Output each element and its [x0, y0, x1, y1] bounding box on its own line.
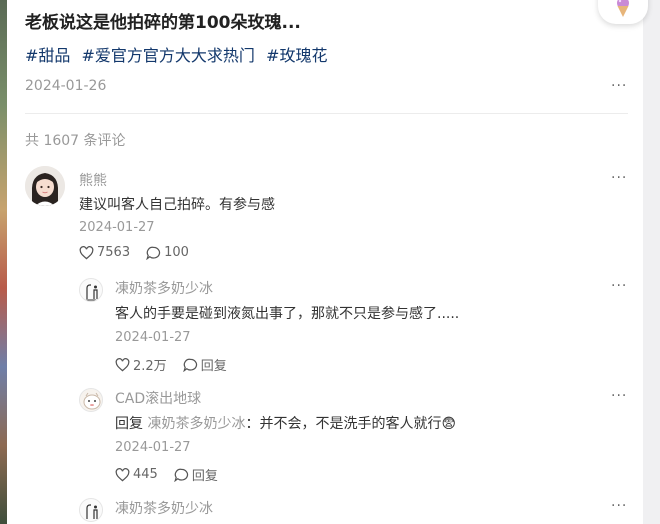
reply-prefix: 回复 — [115, 416, 143, 432]
like-button[interactable]: 445 — [115, 467, 158, 482]
comment-item: 熊熊 建议叫客人自己拍碎。有参与感 2024-01-27 7563 100 ··… — [25, 166, 630, 266]
tag-link[interactable]: #玫瑰花 — [266, 46, 327, 65]
like-count: 445 — [133, 467, 158, 482]
reply-button[interactable]: 回复 — [182, 355, 227, 374]
reply-item: CAD滚出地球 回复 凍奶茶多奶少冰：并不会，不是洗手的客人就行😨 2024-0… — [79, 388, 630, 488]
comment-actions: 7563 100 — [79, 245, 205, 260]
background-right-edge — [643, 0, 660, 524]
avatar-girl-icon — [25, 166, 65, 206]
background-left-edge — [0, 0, 7, 524]
heart-outline-icon — [115, 357, 130, 371]
more-dots-icon[interactable]: ··· — [611, 388, 627, 404]
comment-text: 建议叫客人自己拍碎。有参与感 — [79, 197, 275, 213]
reply-count-button[interactable]: 100 — [146, 245, 189, 260]
avatar[interactable] — [25, 166, 65, 206]
avatar-cartoon-icon — [80, 389, 102, 411]
reply-author[interactable]: 凍奶茶多奶少冰 — [115, 498, 213, 518]
reply-author[interactable]: 凍奶茶多奶少冰 — [115, 278, 213, 298]
more-dots-icon[interactable]: ··· — [611, 278, 627, 294]
more-dots-icon[interactable]: ··· — [611, 78, 627, 94]
avatar-sketch-icon — [80, 279, 102, 301]
reply-actions: 2.2万 回复 — [115, 355, 243, 374]
reply-date: 2024-01-27 — [115, 440, 191, 455]
floating-action-badge[interactable] — [598, 0, 648, 24]
reply-button[interactable]: 回复 — [174, 465, 218, 484]
avatar[interactable] — [79, 278, 103, 302]
speech-bubble-icon — [174, 468, 188, 482]
like-button[interactable]: 2.2万 — [115, 355, 167, 374]
reply-item: 凍奶茶多奶少冰 客人的手要是碰到液氮出事了，那就不只是参与感了..... 202… — [79, 278, 630, 378]
reply-target-user[interactable]: 凍奶茶多奶少冰 — [147, 416, 245, 432]
comment-author[interactable]: 熊熊 — [79, 170, 107, 190]
reply-count: 100 — [164, 245, 189, 260]
ice-cream-icon — [617, 0, 629, 17]
like-count: 7563 — [97, 245, 131, 260]
post-date: 2024-01-26 — [25, 78, 107, 94]
like-button[interactable]: 7563 — [79, 245, 130, 260]
reply-item: 凍奶茶多奶少冰 ··· — [79, 498, 630, 524]
reply-body: ：并不会，不是洗手的客人就行 — [245, 416, 442, 432]
avatar-sketch-icon — [80, 499, 102, 521]
reply-label: 回复 — [200, 359, 227, 374]
tag-link[interactable]: #甜品 — [25, 46, 70, 65]
reply-label: 回复 — [191, 469, 218, 484]
heart-outline-icon — [79, 245, 94, 259]
comment-date: 2024-01-27 — [79, 220, 155, 235]
speech-bubble-icon — [146, 246, 161, 260]
avatar[interactable] — [79, 498, 103, 522]
heart-outline-icon — [115, 467, 130, 481]
speech-bubble-icon — [182, 358, 197, 372]
reply-actions: 445 回复 — [115, 465, 234, 484]
post-title: 老板说这是他拍碎的第100朵玫瑰... — [25, 13, 301, 33]
comment-count: 共 1607 条评论 — [25, 133, 126, 149]
scared-emoji-icon: 😨 — [441, 416, 457, 432]
post-tags: #甜品 #爱官方官方大大求热门 #玫瑰花 — [25, 42, 333, 66]
like-count: 2.2万 — [133, 359, 167, 374]
avatar[interactable] — [79, 388, 103, 412]
more-dots-icon[interactable]: ··· — [611, 170, 627, 186]
divider — [25, 113, 628, 114]
reply-author[interactable]: CAD滚出地球 — [115, 388, 201, 408]
reply-date: 2024-01-27 — [115, 330, 191, 345]
tag-link[interactable]: #爱官方官方大大求热门 — [82, 46, 255, 65]
more-dots-icon[interactable]: ··· — [611, 498, 627, 514]
reply-text: 回复 凍奶茶多奶少冰：并不会，不是洗手的客人就行😨 — [115, 413, 456, 433]
reply-text: 客人的手要是碰到液氮出事了，那就不只是参与感了..... — [115, 306, 460, 322]
